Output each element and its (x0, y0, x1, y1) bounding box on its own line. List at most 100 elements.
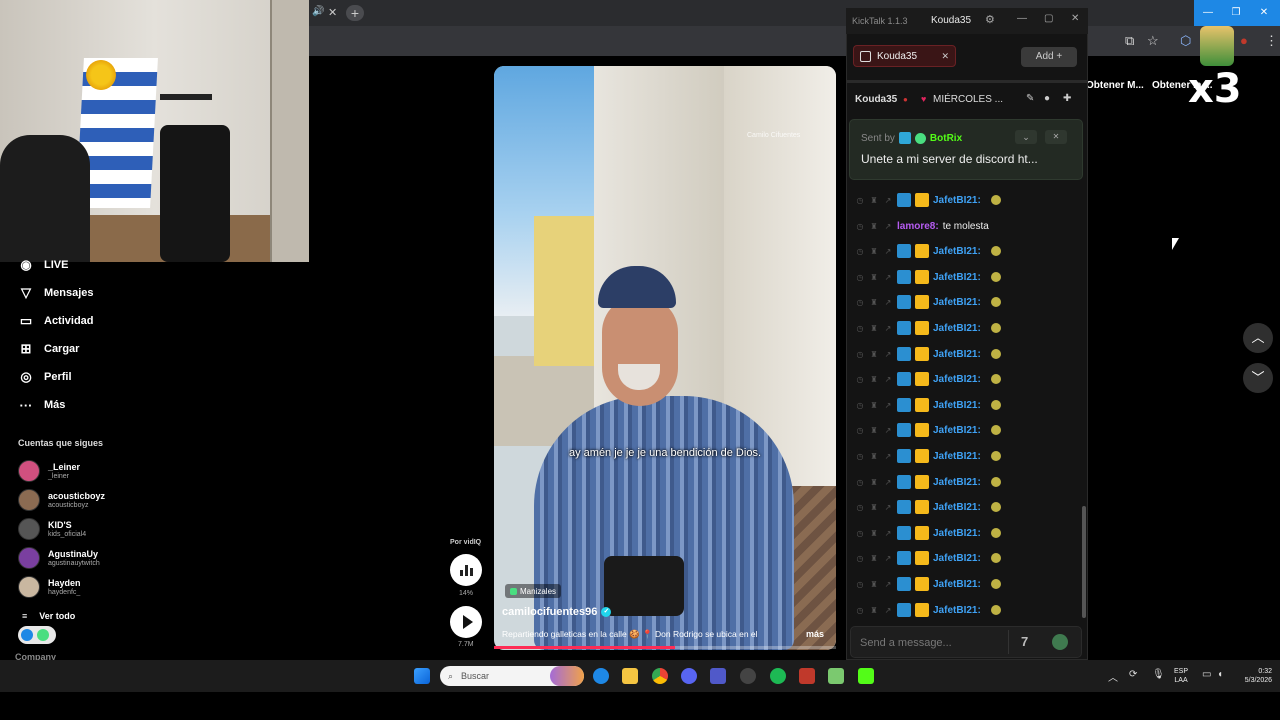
delete-icon[interactable]: ↗ (883, 324, 893, 333)
delete-icon[interactable]: ↗ (883, 350, 893, 359)
timeout-icon[interactable]: ◷ (855, 298, 865, 307)
next-video-button[interactable]: ﹀ (1243, 363, 1273, 393)
delete-icon[interactable]: ↗ (883, 426, 893, 435)
file-explorer-icon[interactable] (622, 668, 638, 684)
chat-username[interactable]: JafetBI21: (933, 502, 981, 513)
following-item[interactable]: KID'S kids_oficial4 (18, 516, 86, 542)
ban-icon[interactable]: ♜ (869, 580, 879, 589)
sender-name[interactable]: BotRix (930, 133, 962, 144)
chat-message[interactable]: ◷ ♜ ↗ JafetBI21: (855, 320, 1001, 336)
chat-message[interactable]: ◷ ♜ ↗ JafetBI21: (855, 474, 1001, 490)
chat-message[interactable]: ◷ ♜ ↗ JafetBI21: (855, 346, 1001, 362)
timeout-icon[interactable]: ◷ (855, 580, 865, 589)
delete-icon[interactable]: ↗ (883, 273, 893, 282)
kick-app-icon[interactable] (858, 668, 874, 684)
microphone-icon[interactable]: 🎙 (1152, 669, 1165, 680)
chat-username[interactable]: JafetBI21: (933, 349, 981, 360)
chat-username[interactable]: JafetBI21: (933, 528, 981, 539)
language-indicator[interactable]: ESP LAA (1174, 667, 1188, 685)
ban-icon[interactable]: ♜ (869, 324, 879, 333)
install-app-icon[interactable]: ⧉ (1125, 33, 1134, 49)
following-item[interactable]: _Leiner _leiner (18, 458, 80, 484)
timeout-icon[interactable]: ◷ (855, 529, 865, 538)
expand-chevron-icon[interactable]: ⌄ (1015, 130, 1037, 144)
delete-icon[interactable]: ↗ (883, 401, 893, 410)
spotify-icon[interactable] (770, 668, 786, 684)
timeout-icon[interactable]: ◷ (855, 478, 865, 487)
delete-icon[interactable]: ↗ (883, 478, 893, 487)
video-player[interactable] (494, 66, 836, 650)
delete-icon[interactable]: ↗ (883, 298, 893, 307)
discord-icon[interactable] (681, 668, 697, 684)
timeout-icon[interactable]: ◷ (855, 452, 865, 461)
chat-message[interactable]: ◷ ♜ ↗ JafetBI21: (855, 294, 1001, 310)
chat-message[interactable]: ◷ ♜ ↗ JafetBI21: (855, 371, 1001, 387)
timeout-icon[interactable]: ◷ (855, 375, 865, 384)
following-item[interactable]: Hayden haydenfc_ (18, 574, 81, 600)
show-hidden-icons-icon[interactable]: ︿ (1108, 669, 1118, 684)
chat-message[interactable]: ◷ ♜ ↗ JafetBI21: (855, 602, 1001, 618)
user-icon[interactable]: ● (1044, 93, 1050, 104)
following-item[interactable]: AgustinaUy agustinauytwitch (18, 545, 100, 571)
delete-icon[interactable]: ↗ (883, 196, 893, 205)
chat-username[interactable]: lamore8: (897, 221, 939, 232)
minimize-icon[interactable]: — (1194, 0, 1222, 26)
ban-icon[interactable]: ♜ (869, 452, 879, 461)
bookmark-item[interactable]: Obtener M... (1086, 80, 1144, 91)
see-all-link[interactable]: ≡ Ver todo (22, 611, 75, 621)
nav-item-upload[interactable]: ⊞ Cargar (18, 338, 80, 360)
add-tab-button[interactable]: Add + (1021, 47, 1077, 67)
chat-username[interactable]: JafetBI21: (933, 246, 981, 257)
ban-icon[interactable]: ♜ (869, 606, 879, 615)
tools-icon[interactable]: ✎ (1026, 93, 1034, 104)
ban-icon[interactable]: ♜ (869, 529, 879, 538)
more-button[interactable]: más (806, 629, 824, 639)
play-button[interactable] (450, 606, 482, 638)
extensions-icon[interactable]: ⬡ (1180, 33, 1191, 49)
chat-message[interactable]: ◷ ♜ ↗ JafetBI21: (855, 422, 1001, 438)
chat-username[interactable]: JafetBI21: (933, 272, 981, 283)
start-icon[interactable] (414, 668, 430, 684)
tab-kouda35[interactable]: Kouda35 ✕ (853, 45, 956, 67)
tab-close-icon[interactable]: ✕ (941, 51, 949, 62)
following-item[interactable]: acousticboyz acousticboyz (18, 487, 105, 513)
chat-username[interactable]: JafetBI21: (933, 605, 981, 616)
vidiq-stats-button[interactable] (450, 554, 482, 586)
chat-username[interactable]: JafetBI21: (933, 579, 981, 590)
location-tag[interactable]: Manizales (505, 584, 562, 598)
system-clock[interactable]: 0:32 5/3/2026 (1240, 667, 1272, 685)
chat-username[interactable]: JafetBI21: (933, 400, 981, 411)
chat-message[interactable]: ◷ ♜ ↗ JafetBI21: (855, 576, 1001, 592)
timeout-icon[interactable]: ◷ (855, 350, 865, 359)
chat-message[interactable]: ◷ ♜ ↗ JafetBI21: (855, 499, 1001, 515)
chrome-icon[interactable] (652, 668, 668, 684)
delete-icon[interactable]: ↗ (883, 554, 893, 563)
timeout-icon[interactable]: ◷ (855, 324, 865, 333)
ban-icon[interactable]: ♜ (869, 273, 879, 282)
close-icon[interactable]: ✕ (1071, 13, 1079, 24)
delete-icon[interactable]: ↗ (883, 452, 893, 461)
chat-message[interactable]: ◷ ♜ ↗ lamore8: te molesta (855, 218, 989, 234)
chat-message[interactable]: ◷ ♜ ↗ JafetBI21: (855, 448, 1001, 464)
previous-video-button[interactable]: ︿ (1243, 323, 1273, 353)
kick-emote-icon[interactable] (1052, 634, 1068, 650)
ban-icon[interactable]: ♜ (869, 426, 879, 435)
delete-icon[interactable]: ↗ (883, 529, 893, 538)
delete-icon[interactable]: ↗ (883, 606, 893, 615)
maximize-icon[interactable]: ❐ (1222, 0, 1250, 26)
timeout-icon[interactable]: ◷ (855, 554, 865, 563)
7tv-emote-icon[interactable]: 7 (1021, 634, 1028, 649)
video-author[interactable]: camilocifuentes96 ✓ (502, 606, 612, 618)
delete-icon[interactable]: ↗ (883, 375, 893, 384)
ban-icon[interactable]: ♜ (869, 401, 879, 410)
network-icon[interactable]: ▭ (1202, 669, 1211, 680)
chat-scrollbar[interactable] (1082, 506, 1086, 618)
nav-item-messages[interactable]: ▽ Mensajes (18, 282, 94, 304)
nav-item-profile[interactable]: ◎ Perfil (18, 366, 71, 388)
tab-close-icon[interactable]: ✕ (328, 6, 337, 19)
browser-menu-icon[interactable]: ⋮ (1265, 33, 1278, 49)
chat-username[interactable]: JafetBI21: (933, 451, 981, 462)
volume-icon[interactable]: ◖ (1217, 669, 1223, 680)
chat-username[interactable]: JafetBI21: (933, 374, 981, 385)
minimize-icon[interactable]: — (1017, 13, 1027, 24)
